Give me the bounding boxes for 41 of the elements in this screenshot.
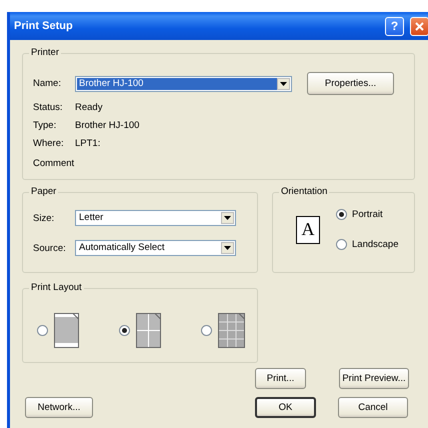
- info-label: Comment: [32, 158, 75, 169]
- dropdown[interactable]: Letter: [75, 210, 236, 226]
- dropdown[interactable]: Brother HJ-100: [75, 76, 292, 92]
- info-value: LPT1:: [75, 138, 100, 149]
- page-preview: A: [296, 216, 320, 244]
- dialog-button[interactable]: Cancel: [338, 397, 408, 418]
- group-title: Printer: [29, 48, 61, 58]
- dialog-button[interactable]: Print...: [255, 368, 306, 389]
- four-pane-page-icon: [136, 313, 161, 348]
- dropdown-value: Automatically Select: [78, 242, 166, 254]
- dropdown[interactable]: Automatically Select: [75, 240, 236, 256]
- window-title: Print Setup: [14, 20, 74, 32]
- field-label: Name:: [32, 78, 62, 89]
- layout-radio[interactable]: [119, 325, 130, 336]
- group-title: Paper: [29, 187, 58, 197]
- group-title: Print Layout: [29, 283, 84, 293]
- dropdown-value: Brother HJ-100: [77, 78, 277, 90]
- close-button[interactable]: [410, 16, 428, 36]
- info-label: Status:: [32, 102, 64, 113]
- info-label: Type:: [32, 120, 58, 131]
- info-value: Brother HJ-100: [75, 120, 140, 131]
- dialog-button[interactable]: Print Preview...: [339, 368, 409, 389]
- dropdown-arrow-icon: [280, 82, 287, 86]
- layout-radio[interactable]: [201, 325, 212, 336]
- info-label: Where:: [32, 138, 65, 149]
- dropdown-arrow-icon: [224, 216, 231, 220]
- single-page-icon: [54, 313, 79, 348]
- field-label: Size:: [32, 212, 56, 224]
- info-value: Ready: [75, 102, 102, 113]
- close-icon: [415, 22, 424, 30]
- dropdown-value: Letter: [78, 212, 104, 224]
- dialog-button[interactable]: OK: [255, 397, 316, 418]
- grid-page-icon: [218, 313, 245, 348]
- properties-button[interactable]: Properties...: [307, 72, 394, 95]
- dropdown-arrow-icon: [224, 246, 231, 250]
- orientation-radio[interactable]: Landscape: [336, 239, 398, 250]
- field-label: Source:: [32, 242, 67, 254]
- group-title: Orientation: [279, 187, 330, 197]
- dialog-button[interactable]: Network...: [25, 397, 93, 418]
- layout-radio[interactable]: [37, 325, 48, 336]
- orientation-radio[interactable]: Portrait: [336, 209, 398, 220]
